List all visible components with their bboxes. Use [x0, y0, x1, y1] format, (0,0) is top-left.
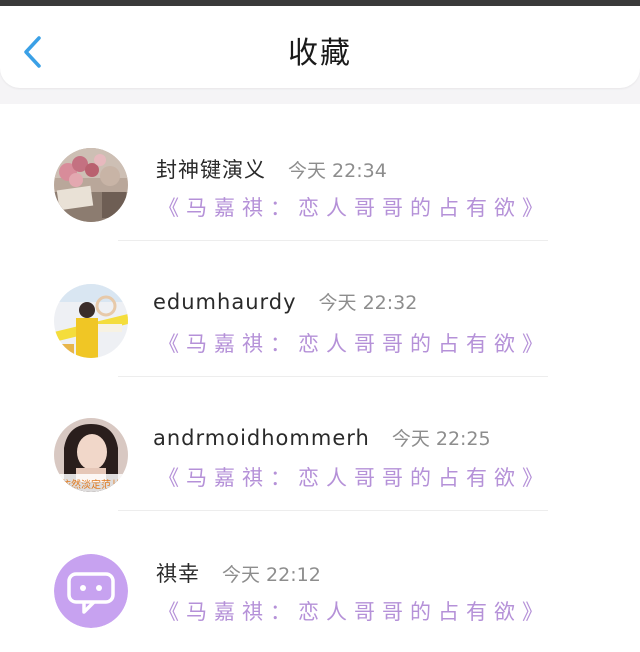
yellow-outfit-photo-avatar [54, 284, 128, 358]
username[interactable]: edumhaurdy [153, 290, 297, 314]
favorite-item[interactable]: 封神键演义 今天 22:34 《马嘉祺：恋人哥哥的占有欲》 [0, 104, 640, 240]
username[interactable]: andrmoidhommerh [153, 426, 370, 450]
avatar-caption: 依然淡定范儿 [61, 480, 121, 491]
favorites-list: 封神键演义 今天 22:34 《马嘉祺：恋人哥哥的占有欲》 edumhaurdy… [0, 104, 640, 652]
item-meta: 封神键演义 今天 22:34 [156, 154, 387, 184]
avatar[interactable]: 依然淡定范儿 [54, 418, 128, 492]
item-meta: edumhaurdy 今天 22:32 [153, 288, 418, 315]
item-meta: andrmoidhommerh 今天 22:25 [153, 424, 491, 451]
timestamp: 今天 22:12 [222, 564, 321, 586]
content-link[interactable]: 《马嘉祺：恋人哥哥的占有欲》 [158, 596, 550, 626]
favorite-item[interactable]: edumhaurdy 今天 22:32 《马嘉祺：恋人哥哥的占有欲》 [0, 240, 640, 376]
avatar[interactable] [54, 284, 128, 358]
favorite-item[interactable]: 依然淡定范儿 andrmoidhommerh 今天 22:25 《马嘉祺：恋人哥… [0, 376, 640, 512]
page-title: 收藏 [288, 36, 352, 71]
avatar[interactable] [54, 148, 128, 222]
favorite-item[interactable]: 祺幸 今天 22:12 《马嘉祺：恋人哥哥的占有欲》 [0, 510, 640, 646]
username[interactable]: 封神键演义 [156, 154, 266, 184]
roses-photo-avatar [54, 148, 128, 222]
chat-bubble-icon [54, 554, 128, 628]
content-link[interactable]: 《马嘉祺：恋人哥哥的占有欲》 [158, 462, 550, 492]
item-meta: 祺幸 今天 22:12 [156, 558, 321, 588]
header: 收藏 [0, 6, 640, 88]
content-link[interactable]: 《马嘉祺：恋人哥哥的占有欲》 [158, 192, 550, 222]
timestamp: 今天 22:25 [391, 428, 491, 450]
content-link[interactable]: 《马嘉祺：恋人哥哥的占有欲》 [158, 328, 550, 358]
timestamp: 今天 22:32 [318, 292, 418, 314]
username[interactable]: 祺幸 [156, 558, 200, 588]
avatar[interactable] [54, 554, 128, 628]
timestamp: 今天 22:34 [288, 160, 387, 182]
